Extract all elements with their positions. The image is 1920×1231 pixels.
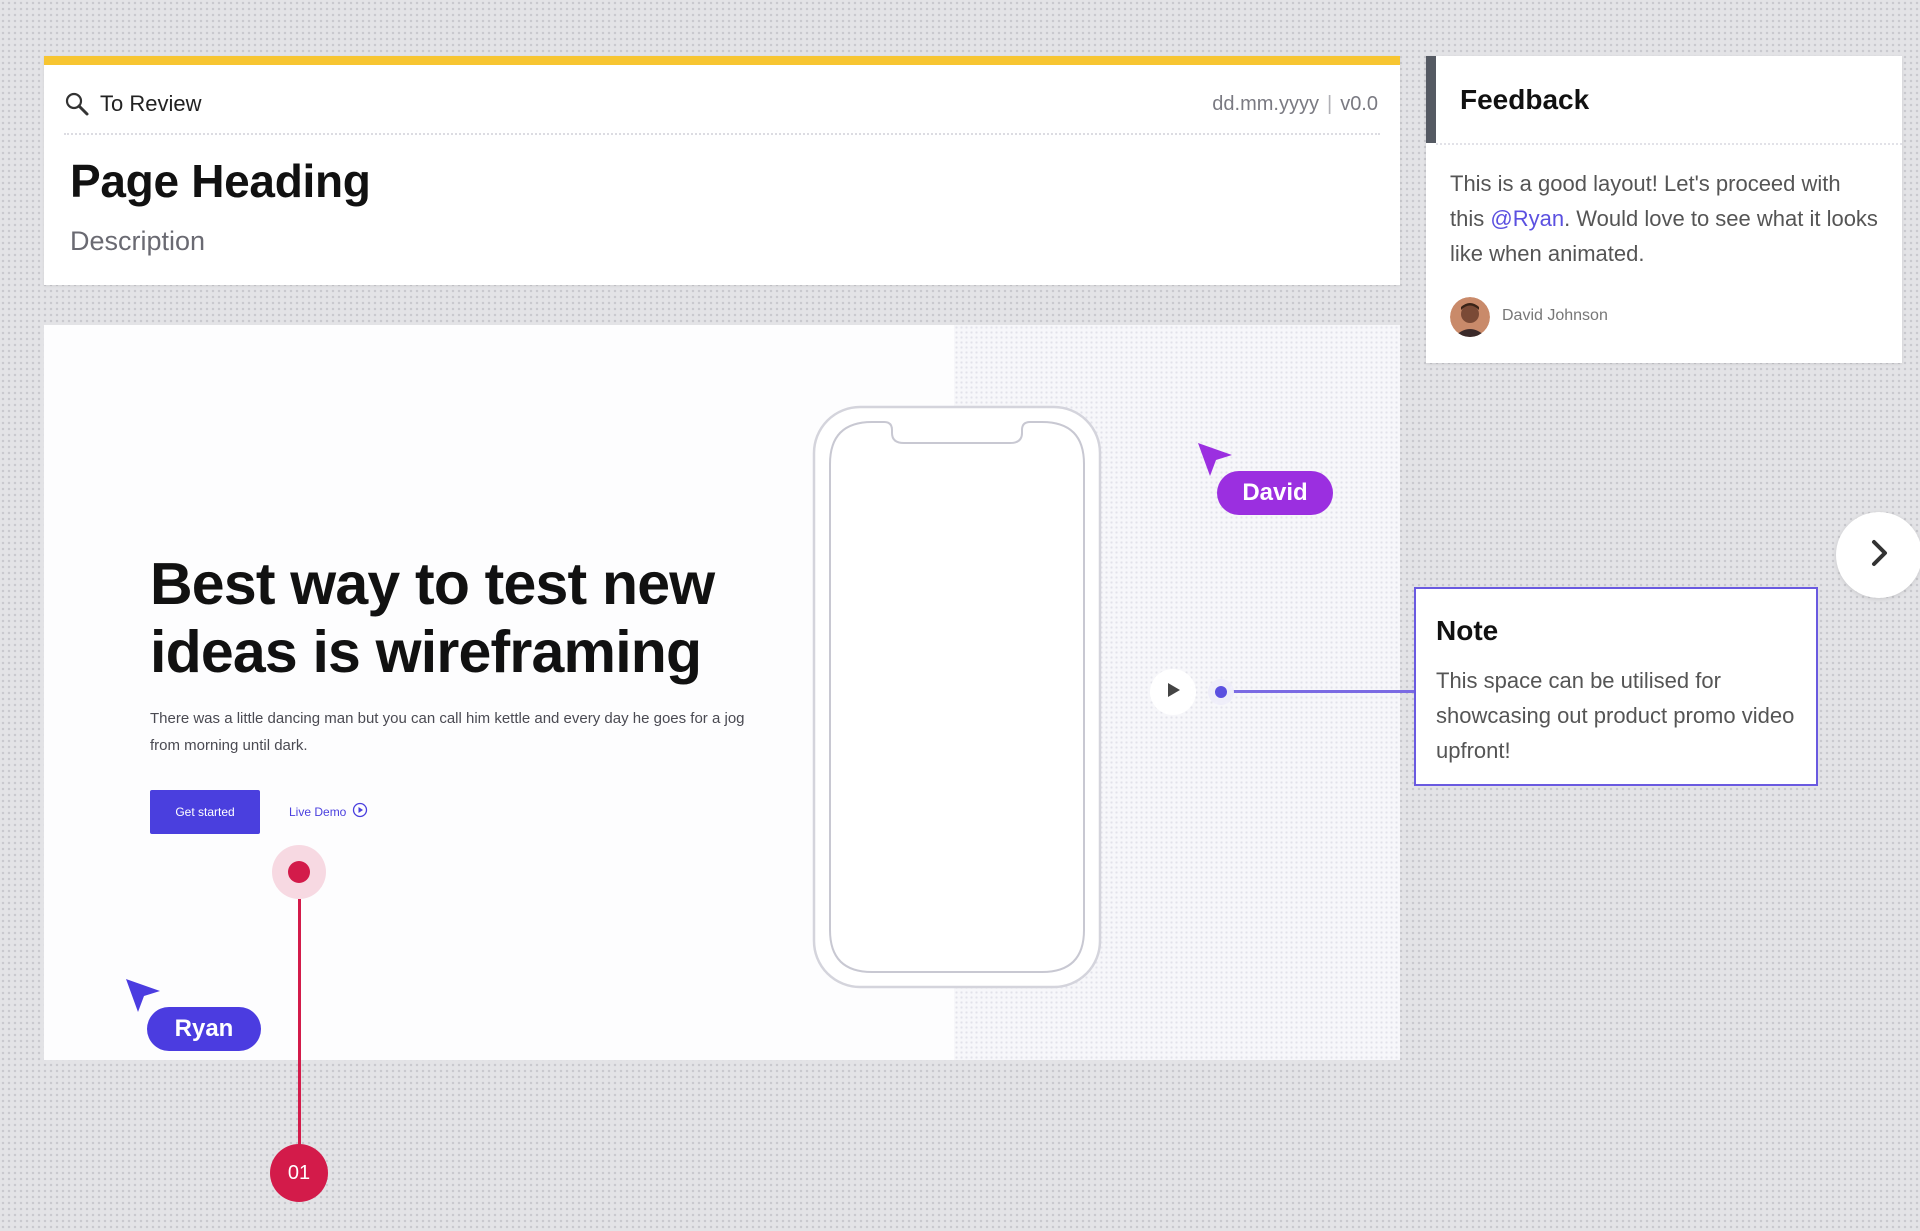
feedback-title: Feedback: [1460, 84, 1590, 115]
note-anchor-dot[interactable]: [1208, 679, 1234, 705]
search-icon: [64, 91, 90, 117]
live-demo-link[interactable]: Live Demo: [289, 802, 368, 821]
hotspot-connector-line: [298, 899, 301, 1147]
user-mention[interactable]: @Ryan: [1490, 206, 1564, 231]
header-divider: [64, 133, 1380, 135]
status-accent-bar: [44, 56, 1400, 65]
phone-wireframe: [812, 405, 1102, 994]
note-title: Note: [1436, 615, 1499, 646]
wireframe-canvas: Best way to test new ideas is wireframin…: [44, 325, 1400, 1060]
meta-separator: |: [1326, 92, 1333, 115]
get-started-button[interactable]: Get started: [150, 790, 260, 834]
hero-heading: Best way to test new ideas is wireframin…: [150, 551, 715, 685]
cursor-label-ryan: Ryan: [147, 1007, 261, 1051]
note-card: Note This space can be utilised for show…: [1414, 587, 1818, 786]
feedback-divider: [1436, 143, 1902, 145]
chevron-right-icon: [1862, 536, 1896, 575]
cursor-label-david: David: [1217, 471, 1333, 515]
status-label: To Review: [100, 91, 202, 116]
page-description: Description: [70, 226, 206, 256]
page-title: Page Heading: [70, 155, 371, 207]
next-button[interactable]: [1836, 512, 1920, 598]
note-text: This space can be utilised for showcasin…: [1436, 668, 1795, 763]
status-row: To Review: [64, 86, 201, 122]
live-demo-label: Live Demo: [289, 804, 347, 819]
hotspot-badge[interactable]: 01: [270, 1144, 328, 1202]
avatar: [1450, 297, 1490, 337]
feedback-card: Feedback This is a good layout! Let's pr…: [1426, 56, 1902, 363]
hero-text: There was a little dancing man but you c…: [150, 710, 745, 754]
play-circle-icon: [352, 802, 368, 821]
play-button[interactable]: [1150, 669, 1196, 715]
play-icon: [1163, 680, 1183, 705]
date-label: dd.mm.yyyy: [1212, 92, 1319, 115]
feedback-accent-bar: [1426, 56, 1436, 143]
meta-info: dd.mm.yyyy | v0.0: [1212, 86, 1378, 122]
version-label: v0.0: [1340, 92, 1378, 115]
hotspot-marker[interactable]: [272, 845, 326, 899]
header-card: To Review dd.mm.yyyy | v0.0 Page Heading…: [44, 56, 1400, 285]
feedback-comment: This is a good layout! Let's proceed wit…: [1450, 166, 1880, 271]
author-name: David Johnson: [1502, 307, 1608, 324]
note-connector-line: [1232, 690, 1414, 693]
